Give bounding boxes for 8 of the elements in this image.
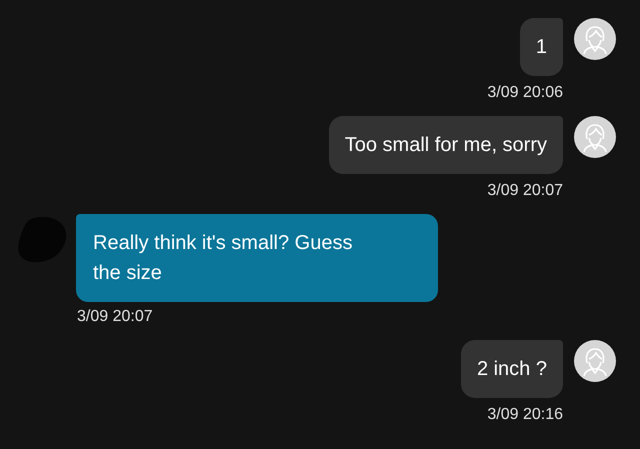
message-timestamp: 3/09 20:06 bbox=[487, 84, 563, 102]
message-bubble: Too small for me, sorry bbox=[328, 116, 563, 174]
message-bubble: Really think it's small? Guess the size bbox=[76, 214, 438, 302]
message-bubble: 2 inch ? bbox=[460, 340, 563, 398]
message-bubble: 1 bbox=[520, 18, 563, 76]
message-timestamp: 3/09 20:16 bbox=[487, 406, 563, 424]
message-timestamp: 3/09 20:07 bbox=[487, 182, 563, 200]
message-timestamp: 3/09 20:07 bbox=[77, 308, 153, 326]
